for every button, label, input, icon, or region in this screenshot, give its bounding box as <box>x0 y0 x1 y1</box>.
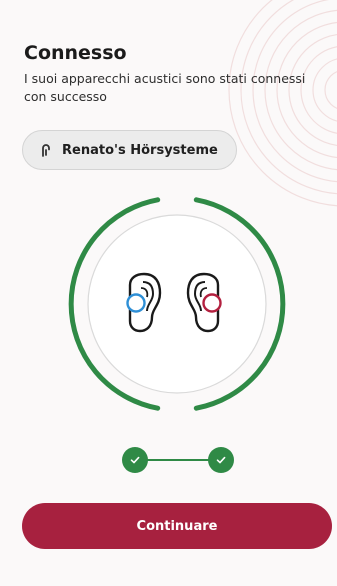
device-chip[interactable]: Renato's Hörsysteme <box>22 130 237 170</box>
check-icon <box>130 456 140 464</box>
left-hearing-aid-indicator <box>126 293 146 313</box>
page-title: Connesso <box>24 42 127 64</box>
left-ear-icon <box>126 272 162 333</box>
right-ear-icon <box>186 272 222 333</box>
check-icon <box>216 456 226 464</box>
background-pattern <box>228 0 337 207</box>
pairing-ring <box>68 195 286 413</box>
continue-button[interactable]: Continuare <box>22 503 332 549</box>
step-right-complete <box>208 447 234 473</box>
inner-circle <box>87 214 267 394</box>
step-left-complete <box>122 447 148 473</box>
header: Connesso I suoi apparecchi acustici sono… <box>24 40 329 106</box>
pairing-stepper <box>122 447 234 473</box>
stepper-connector <box>144 459 214 461</box>
device-name: Renato's Hörsysteme <box>62 142 218 158</box>
hearing-aid-icon <box>39 143 53 157</box>
page-subtitle: I suoi apparecchi acustici sono stati co… <box>24 71 306 104</box>
right-hearing-aid-indicator <box>202 293 222 313</box>
